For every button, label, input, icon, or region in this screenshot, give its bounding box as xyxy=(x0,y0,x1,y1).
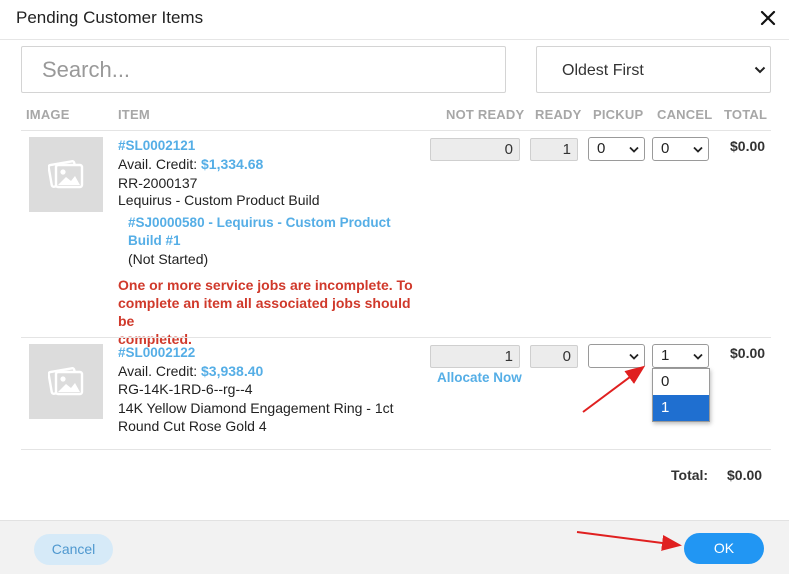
ok-button[interactable]: OK xyxy=(684,533,764,564)
col-header-total: TOTAL xyxy=(724,107,768,122)
dropdown-option[interactable]: 0 xyxy=(653,369,709,395)
ready-qty: 0 xyxy=(530,345,578,368)
item-code: RR-2000137 xyxy=(118,175,198,191)
image-placeholder-icon xyxy=(29,344,103,419)
sort-select[interactable]: Oldest First xyxy=(536,46,771,93)
ready-qty: 1 xyxy=(530,138,578,161)
image-placeholder-icon xyxy=(29,137,103,212)
arrow-to-cancel-select xyxy=(582,365,646,413)
service-job-link-cont[interactable]: Build #1 xyxy=(128,233,181,248)
col-header-item: ITEM xyxy=(118,107,150,122)
chevron-down-icon xyxy=(693,146,703,153)
not-ready-qty: 0 xyxy=(430,138,520,161)
dialog-header: Pending Customer Items xyxy=(0,0,789,40)
col-header-pickup: PICKUP xyxy=(593,107,644,122)
dropdown-option-selected[interactable]: 1 xyxy=(653,395,709,421)
divider xyxy=(21,130,771,131)
pickup-select-value: 0 xyxy=(597,140,606,157)
error-line: One or more service jobs are incomplete.… xyxy=(118,277,413,293)
row-total: $0.00 xyxy=(730,345,766,361)
chevron-down-icon xyxy=(754,66,766,74)
cancel-select-dropdown: 0 1 xyxy=(652,368,710,422)
cancel-select-value: 1 xyxy=(661,347,670,364)
pending-items-dialog: Pending Customer Items Search... Oldest … xyxy=(0,0,789,574)
available-credit: Avail. Credit: $1,334.68 xyxy=(118,156,263,172)
item-sku-link[interactable]: #SL0002121 xyxy=(118,138,195,153)
credit-label: Avail. Credit: xyxy=(118,156,198,172)
grand-total-value: $0.00 xyxy=(727,467,763,483)
credit-label: Avail. Credit: xyxy=(118,363,198,379)
credit-value: $3,938.40 xyxy=(201,363,264,379)
chevron-down-icon xyxy=(693,353,703,360)
available-credit: Avail. Credit: $3,938.40 xyxy=(118,363,263,379)
service-job-link[interactable]: #SJ0000580 - Lequirus - Custom Product xyxy=(128,215,391,230)
service-job-status: (Not Started) xyxy=(128,251,209,267)
row-total: $0.00 xyxy=(730,138,766,154)
cancel-button[interactable]: Cancel xyxy=(34,534,113,565)
cancel-select-value: 0 xyxy=(661,140,670,157)
sort-select-value: Oldest First xyxy=(562,62,644,79)
cancel-select[interactable]: 0 xyxy=(652,137,709,161)
allocate-now-link[interactable]: Allocate Now xyxy=(437,370,522,385)
divider xyxy=(21,449,771,450)
dialog-title: Pending Customer Items xyxy=(16,8,204,27)
pickup-select[interactable]: 0 xyxy=(588,137,645,161)
col-header-image: IMAGE xyxy=(26,107,70,122)
search-input[interactable]: Search... xyxy=(21,46,506,93)
divider xyxy=(21,337,771,338)
credit-value: $1,334.68 xyxy=(201,156,264,172)
dialog-footer xyxy=(0,520,789,574)
not-ready-qty: 1 xyxy=(430,345,520,368)
close-icon[interactable] xyxy=(757,7,779,29)
item-name: 14K Yellow Diamond Engagement Ring - 1ct xyxy=(118,400,394,416)
item-sku-link[interactable]: #SL0002122 xyxy=(118,345,195,360)
item-code: RG-14K-1RD-6--rg--4 xyxy=(118,381,253,397)
chevron-down-icon xyxy=(629,146,639,153)
item-name-cont: Round Cut Rose Gold 4 xyxy=(118,418,267,434)
grand-total-label: Total: xyxy=(671,467,709,483)
item-name: Lequirus - Custom Product Build xyxy=(118,192,320,208)
col-header-ready: READY xyxy=(535,107,582,122)
chevron-down-icon xyxy=(629,353,639,360)
col-header-not-ready: NOT READY xyxy=(446,107,525,122)
pickup-select[interactable] xyxy=(588,344,645,368)
cancel-select[interactable]: 1 xyxy=(652,344,709,368)
error-line: complete an item all associated jobs sho… xyxy=(118,295,411,329)
col-header-cancel: CANCEL xyxy=(657,107,713,122)
